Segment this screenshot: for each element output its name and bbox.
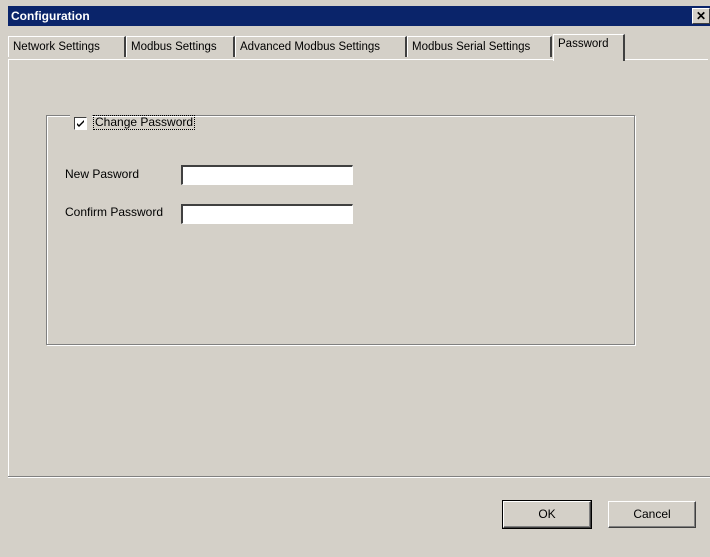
- tab-network-settings[interactable]: Network Settings: [8, 36, 126, 57]
- new-password-label: New Pasword: [65, 167, 140, 181]
- window-title: Configuration: [11, 9, 90, 23]
- cancel-button[interactable]: Cancel: [608, 501, 696, 528]
- change-password-checkbox[interactable]: [74, 117, 87, 130]
- tab-label: Password: [558, 38, 609, 50]
- tab-label: Modbus Serial Settings: [412, 41, 531, 53]
- new-password-input[interactable]: [181, 165, 353, 185]
- tab-strip: Network Settings Modbus Settings Advance…: [8, 26, 710, 61]
- change-password-groupbox: [46, 115, 635, 345]
- tab-password[interactable]: Password: [553, 34, 625, 61]
- close-button[interactable]: ✕: [692, 8, 710, 24]
- tab-advanced-modbus-settings[interactable]: Advanced Modbus Settings: [235, 36, 407, 57]
- confirm-password-input[interactable]: [181, 204, 353, 224]
- tab-label: Network Settings: [13, 41, 100, 53]
- tab-modbus-serial-settings[interactable]: Modbus Serial Settings: [407, 36, 552, 57]
- tab-modbus-settings[interactable]: Modbus Settings: [126, 36, 235, 57]
- confirm-password-label: Confirm Password: [65, 205, 164, 219]
- dialog-button-bar: OK Cancel: [8, 476, 710, 557]
- close-icon: ✕: [695, 9, 707, 23]
- password-tab-panel: Change Password New Pasword Confirm Pass…: [8, 59, 708, 477]
- tab-label: Advanced Modbus Settings: [240, 41, 381, 53]
- configuration-dialog: Configuration ✕ Network Settings Modbus …: [0, 0, 710, 557]
- change-password-label: Change Password: [92, 115, 196, 130]
- tab-label: Modbus Settings: [131, 41, 217, 53]
- change-password-toggle[interactable]: Change Password: [70, 114, 196, 132]
- ok-button[interactable]: OK: [502, 500, 592, 529]
- title-bar[interactable]: Configuration ✕: [8, 6, 710, 26]
- dialog-client-area: Network Settings Modbus Settings Advance…: [8, 26, 710, 557]
- checkmark-icon: [77, 120, 84, 127]
